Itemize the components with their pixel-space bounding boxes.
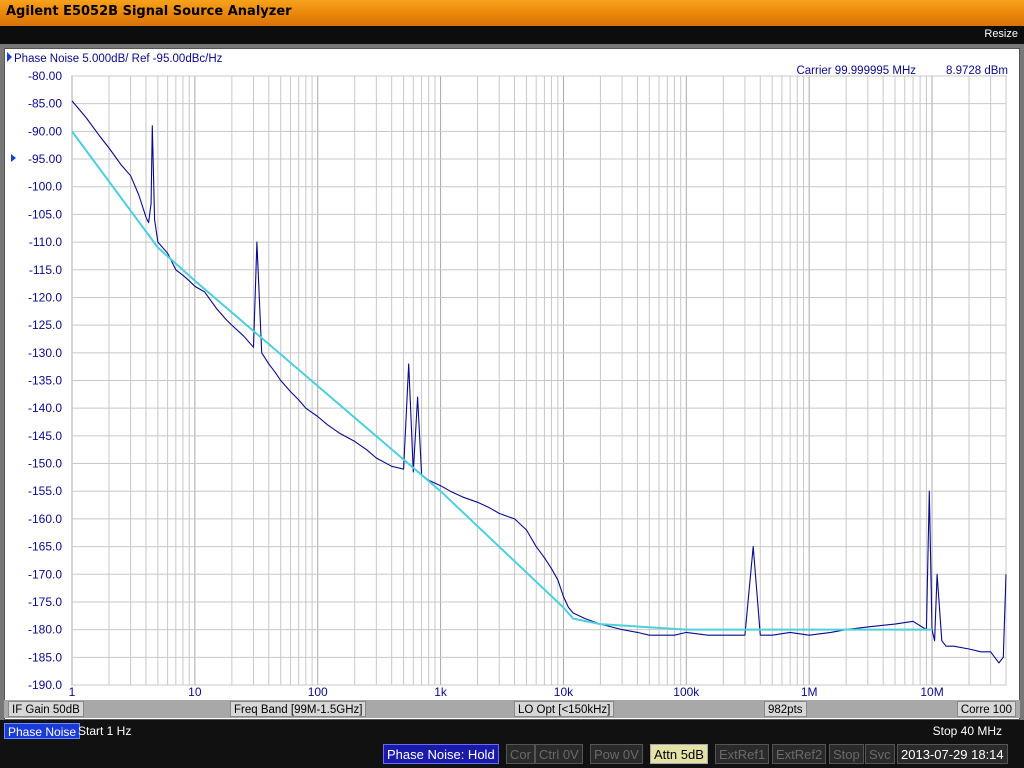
y-tick-label: -115.0 [29, 263, 62, 277]
y-tick-label: -90.00 [28, 124, 62, 138]
y-tick-label: -125.0 [28, 318, 62, 332]
x-tick-label: 1M [801, 685, 818, 699]
x-tick-label: 10 [188, 685, 202, 699]
x-tick-label: 1 [69, 685, 76, 699]
lo-opt-label: LO Opt [<150kHz] [514, 701, 615, 717]
y-tick-label: -80.00 [28, 69, 62, 83]
cor-indicator: Cor [506, 744, 535, 764]
carrier-power: 8.9728 dBm [946, 65, 1008, 77]
points-label: 982pts [764, 701, 807, 717]
y-tick-label: -190.0 [28, 678, 62, 692]
y-tick-label: -165.0 [28, 540, 62, 554]
y-tick-label: -95.00 [28, 152, 62, 166]
carrier-frequency: Carrier 99.999995 MHz [796, 65, 916, 77]
info-bar: IF Gain 50dB Freq Band [99M-1.5GHz] LO O… [4, 700, 1020, 718]
y-tick-label: -140.0 [28, 401, 62, 415]
y-tick-label: -155.0 [28, 484, 62, 498]
x-tick-label: 100 [308, 685, 328, 699]
y-tick-label: -175.0 [28, 595, 62, 609]
phase-noise-chart: -80.00 -85.00 -90.00 -95.00 -100.0 -105.0 -110… [7, 52, 1008, 699]
chart-grid [71, 75, 1007, 686]
correlation-label: Corre 100 [956, 701, 1016, 717]
extref2-indicator: ExtRef2 [772, 744, 827, 764]
y-tick-label: -135.0 [28, 374, 62, 388]
date-time: 2013-07-29 18:14 [897, 744, 1008, 764]
stop-frequency: Stop 40 MHz [932, 724, 1002, 738]
x-tick-label: 100k [673, 685, 700, 699]
y-axis-labels: -80.00 -85.00 -90.00 -95.00 -100.0 -105.0 -110… [28, 69, 62, 692]
y-tick-label: -100.0 [28, 180, 62, 194]
y-tick-label: -85.00 [28, 97, 62, 111]
freq-band-label: Freq Band [99M-1.5GHz] [230, 701, 367, 717]
y-tick-label: -145.0 [28, 429, 62, 443]
y-tick-label: -185.0 [28, 650, 62, 664]
measurement-tab[interactable]: Phase Noise [4, 723, 81, 739]
y-tick-label: -180.0 [28, 623, 62, 637]
y-tick-label: -120.0 [28, 290, 62, 304]
y-tick-label: -160.0 [28, 512, 62, 526]
attenuation-indicator: Attn 5dB [650, 744, 708, 764]
start-frequency: Start 1 Hz [78, 724, 132, 738]
y-tick-label: -105.0 [28, 207, 62, 221]
x-tick-label: 10k [554, 685, 574, 699]
x-tick-label: 1k [434, 685, 448, 699]
ctrl-indicator: Ctrl 0V [535, 744, 583, 764]
stop-indicator: Stop [829, 744, 864, 764]
pow-indicator: Pow 0V [590, 744, 643, 764]
x-tick-label: 10M [920, 685, 943, 699]
measurement-state: Phase Noise: Hold [383, 744, 499, 764]
trace-header: Phase Noise 5.000dB/ Ref -95.00dBc/Hz [14, 53, 223, 65]
y-tick-label: -170.0 [28, 567, 62, 581]
y-tick-label: -150.0 [28, 457, 62, 471]
y-tick-label: -130.0 [28, 346, 62, 360]
svc-indicator: Svc [865, 744, 895, 764]
reference-marker-icon [11, 154, 16, 162]
sweep-bar: Phase Noise Start 1 Hz Stop 40 MHz [0, 720, 1024, 742]
status-bar: Phase Noise: Hold Cor Ctrl 0V Pow 0V Att… [0, 742, 1024, 768]
extref1-indicator: ExtRef1 [715, 744, 770, 764]
x-axis-labels: 1 10 100 1k 10k 100k 1M 10M [69, 685, 944, 699]
trace-active-icon [7, 52, 12, 62]
y-tick-label: -110.0 [29, 235, 62, 249]
if-gain-label: IF Gain 50dB [8, 701, 84, 717]
